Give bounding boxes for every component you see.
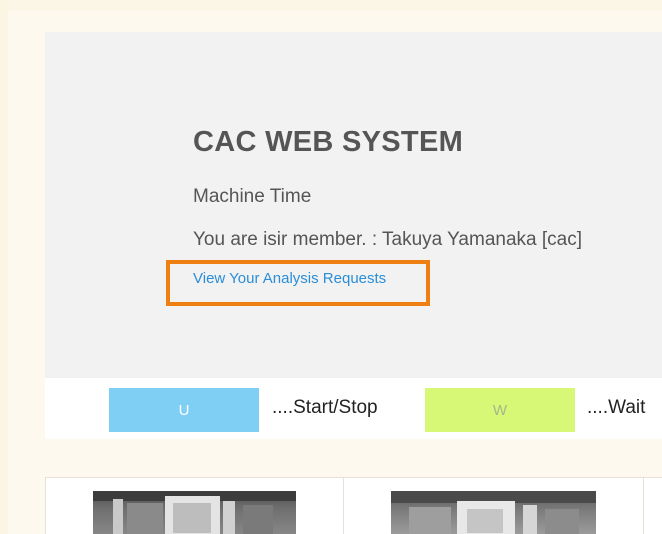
top-background-strip bbox=[0, 0, 662, 10]
legend-swatch-start-stop: U bbox=[109, 388, 259, 432]
legend-label-start-stop: ....Start/Stop bbox=[272, 397, 378, 418]
card-divider bbox=[343, 477, 344, 534]
page: CAC WEB SYSTEM Machine Time You are isir… bbox=[0, 0, 662, 534]
header-panel bbox=[45, 32, 662, 378]
view-analysis-requests-link[interactable]: View Your Analysis Requests bbox=[193, 270, 386, 287]
machine-photo-image bbox=[391, 491, 596, 534]
machine-photo-image bbox=[93, 491, 296, 534]
machine-photo-1[interactable] bbox=[93, 491, 296, 534]
legend-swatch-wait: W bbox=[425, 388, 575, 432]
page-title: CAC WEB SYSTEM bbox=[193, 126, 464, 158]
page-subtitle: Machine Time bbox=[193, 186, 312, 207]
legend-key-u: U bbox=[178, 401, 190, 419]
left-background-strip bbox=[0, 0, 8, 534]
legend-label-wait: ....Wait bbox=[587, 397, 646, 418]
card-divider bbox=[643, 477, 644, 534]
legend-key-w: W bbox=[492, 401, 508, 419]
machine-photo-2[interactable] bbox=[391, 491, 596, 534]
member-info: You are isir member. : Takuya Yamanaka [… bbox=[193, 229, 582, 250]
